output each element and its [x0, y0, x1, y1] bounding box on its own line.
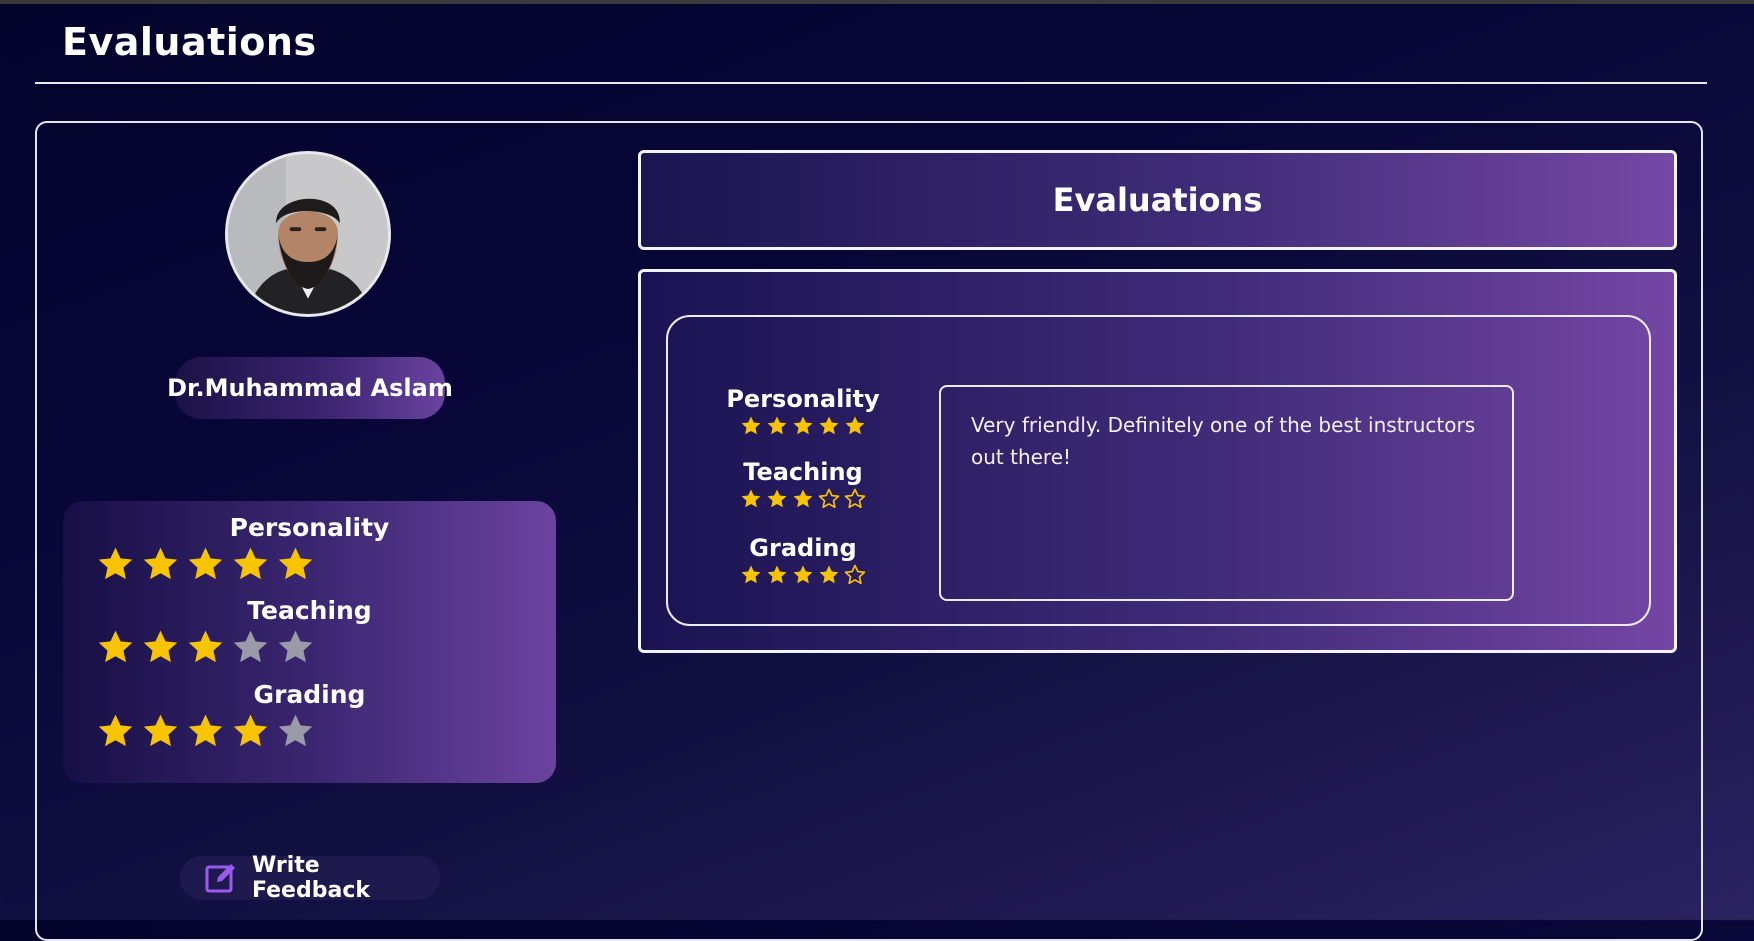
write-feedback-label: Write Feedback — [252, 853, 370, 903]
star-filled-icon — [233, 547, 268, 580]
star-filled-icon — [741, 565, 761, 584]
star-filled-icon — [143, 630, 178, 663]
write-feedback-button[interactable]: Write Feedback — [180, 853, 440, 903]
star-filled-icon — [143, 547, 178, 580]
review-comment: Very friendly. Definitely one of the bes… — [939, 385, 1514, 601]
star-empty-icon — [278, 630, 313, 663]
review-rating-label: Teaching — [743, 458, 863, 486]
review-rating-label: Personality — [726, 385, 880, 413]
star-filled-icon — [188, 630, 223, 663]
rating-stars-grading — [96, 712, 315, 751]
page-title: Evaluations — [62, 20, 317, 64]
star-empty-icon — [278, 714, 313, 747]
star-empty-icon — [233, 630, 268, 663]
star-filled-icon — [98, 547, 133, 580]
star-filled-icon — [767, 565, 787, 584]
review-rating-label: Grading — [749, 534, 857, 562]
star-filled-icon — [278, 547, 313, 580]
review-rating-personality: Personality — [708, 385, 898, 437]
star-filled-icon — [98, 714, 133, 747]
star-filled-icon — [793, 416, 813, 435]
star-filled-icon — [188, 547, 223, 580]
rating-label-teaching: Teaching — [247, 596, 372, 625]
window-top-border — [0, 0, 1754, 4]
review-rating-teaching: Teaching — [708, 458, 898, 510]
star-filled-icon — [233, 714, 268, 747]
star-filled-icon — [188, 714, 223, 747]
review-rating-stars — [708, 415, 898, 437]
star-filled-icon — [793, 489, 813, 508]
star-filled-icon — [143, 714, 178, 747]
star-empty-icon — [844, 564, 866, 585]
star-filled-icon — [741, 489, 761, 508]
star-filled-icon — [819, 565, 839, 584]
rating-stars-personality — [96, 545, 315, 584]
star-filled-icon — [793, 565, 813, 584]
review-rating-grading: Grading — [708, 534, 898, 586]
evaluations-list: Personality Teaching Grading Very friend… — [638, 269, 1677, 653]
star-filled-icon — [845, 416, 865, 435]
star-filled-icon — [767, 416, 787, 435]
star-empty-icon — [844, 488, 866, 509]
rating-stars-teaching — [96, 628, 315, 667]
star-empty-icon — [818, 488, 840, 509]
review-card: Personality Teaching Grading Very friend… — [666, 315, 1651, 626]
instructor-name: Dr.Muhammad Aslam — [167, 357, 453, 419]
rating-label-personality: Personality — [229, 513, 390, 542]
instructor-photo — [228, 154, 388, 314]
rating-summary-card: Personality Teaching Grading — [63, 501, 556, 783]
avatar — [225, 151, 391, 317]
star-filled-icon — [98, 630, 133, 663]
rating-label-grading: Grading — [253, 680, 366, 709]
star-filled-icon — [741, 416, 761, 435]
edit-square-icon — [204, 861, 238, 895]
title-divider — [35, 82, 1707, 84]
star-filled-icon — [819, 416, 839, 435]
review-rating-stars — [708, 564, 898, 586]
star-filled-icon — [767, 489, 787, 508]
review-rating-stars — [708, 488, 898, 510]
evaluations-header: Evaluations — [638, 150, 1677, 250]
